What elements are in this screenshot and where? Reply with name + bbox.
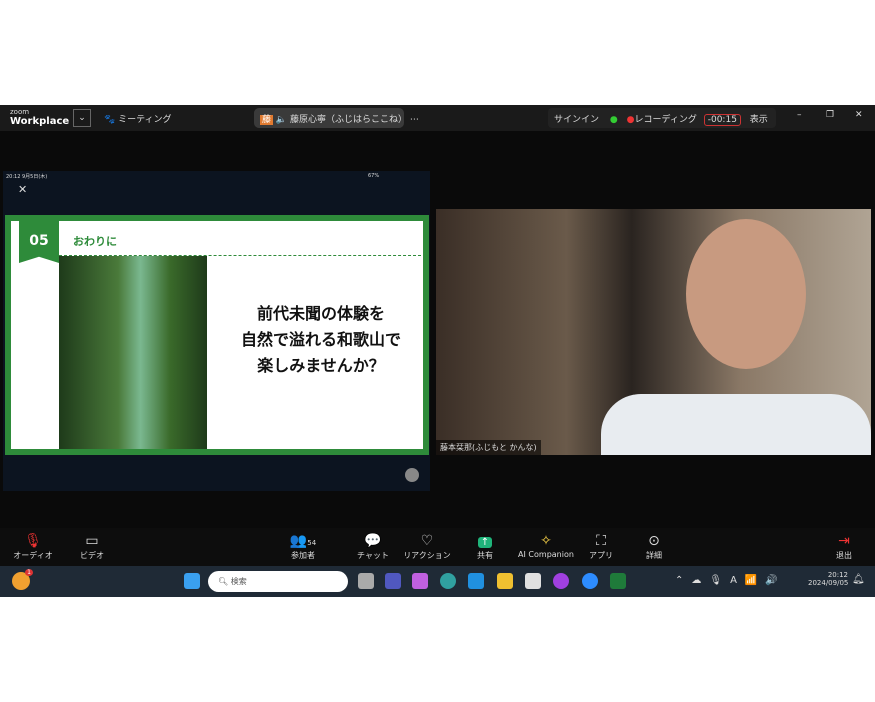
start-icon[interactable] [184,573,200,589]
more-label: 詳細 [646,551,662,560]
slide-number: 05 [19,221,59,263]
meeting-button[interactable]: 🐾 ミーティング [104,112,172,125]
search-placeholder: 検索 [230,577,247,586]
speaker-avatar: 藤 [260,115,274,125]
teams-icon[interactable] [385,573,401,589]
view-button[interactable]: 表示 [750,115,768,125]
apps-button[interactable]: ⛶ アプリ [571,532,631,561]
paw-icon: 🐾 [104,115,116,125]
apps-label: アプリ [589,551,613,560]
participant-count: 54 [307,539,317,547]
audio-button[interactable]: 🎙 オーディオ [3,532,63,561]
ipad-time: 20:12 9月5日(木) [6,174,48,180]
file-explorer-icon[interactable] [497,573,513,589]
clock-date: 2024/09/05 [808,579,849,587]
apps-icon: ⛶ [596,533,606,549]
ai-label: AI Companion [518,550,574,559]
excel-icon[interactable] [610,573,626,589]
camera-icon: ▭ [85,533,99,549]
chevron-down-icon[interactable]: ⌄ [73,109,91,127]
system-tray[interactable]: ⌃☁🎙A📶🔊 [675,575,786,586]
leave-label: 退出 [836,551,852,560]
meeting-toolbar: 🎙 オーディオ ▭ ビデオ 👥54 参加者 💬 チャット ♡ リアクション ↑ 共有 ✧ AI… [0,528,875,566]
participants-label: 参加者 [291,551,315,560]
ellipsis-icon: ⊙ [648,533,660,549]
speaker-name: 藤原心寧（ふじはらここね） [289,115,407,125]
weather-icon[interactable]: 1 [12,569,33,590]
active-speaker-pill[interactable]: 藤 🔈 藤原心寧（ふじはらここね） ⋯ [254,108,419,128]
task-view-icon[interactable] [358,573,374,589]
shield-icon: ● [609,115,618,125]
sparkle-icon: ✧ [540,533,552,549]
shared-screen: 20:12 9月5日(木) 67% ✕ 05 おわりに 前代未聞の体験を 自然で… [3,171,430,491]
zoom-title-bar: zoom Workplace ⌄ 🐾 ミーティング 藤 🔈 藤原心寧（ふじはらこ… [0,105,875,131]
recording-label[interactable]: レコーディング [634,115,696,125]
ipad-battery: 67% [368,173,380,179]
logo-small: zoom [10,108,30,116]
video-button[interactable]: ▭ ビデオ [62,532,122,561]
slide-body: 前代未聞の体験を 自然で溢れる和歌山で 楽しみませんか？ [216,301,426,379]
windows-taskbar: 1 🔍︎ 検索 ⌃☁🎙A📶🔊 20:12 2024/09/05 🔔︎ [0,566,875,597]
slide-line: 自然で溢れる和歌山で [240,330,401,349]
share-button[interactable]: ↑ 共有 [455,532,515,561]
participant-name: 藤本栞那(ふじもと かんな) [436,440,541,455]
leave-button[interactable]: ⇥ 退出 [814,532,874,561]
slide-heading: おわりに [73,235,117,248]
minimize-button[interactable]: – [797,110,802,120]
zoom-icon[interactable] [582,573,598,589]
home-button[interactable] [405,468,419,482]
participants-button[interactable]: 👥54 参加者 [273,532,333,561]
speaker-icon: 🔈 [275,115,288,125]
reaction-button[interactable]: ♡ リアクション [397,532,457,561]
clock[interactable]: 20:12 2024/09/05 [808,571,848,587]
chat-icon: 💬 [364,533,382,549]
meeting-stage: 20:12 9月5日(木) 67% ✕ 05 おわりに 前代未聞の体験を 自然で… [0,131,875,528]
ai-companion-button[interactable]: ✧ AI Companion [516,532,576,559]
slide-line: 前代未聞の体験を [256,304,385,323]
mic-muted-icon: 🎙 [24,533,42,549]
forest-stream-image [59,256,207,449]
search-icon: 🔍︎ [218,577,229,586]
leave-icon: ⇥ [838,533,850,549]
store-icon[interactable] [525,573,541,589]
chat-button[interactable]: 💬 チャット [343,532,403,561]
signin-button[interactable]: サインイン [554,115,599,125]
audio-label: オーディオ [13,551,53,560]
share-icon: ↑ [455,532,515,550]
close-icon[interactable]: ✕ [18,183,27,196]
clock-time: 20:12 [827,571,848,579]
close-button[interactable]: ✕ [855,110,863,120]
more-button[interactable]: ⊙ 詳細 [624,532,684,561]
participant-video: 藤本栞那(ふじもと かんな) [436,209,871,455]
chat-label: チャット [357,551,389,560]
timer: -00:15 [703,114,741,126]
logo: Workplace [10,116,70,127]
participants-icon: 👥54 [289,533,317,549]
meeting-label: ミーティング [118,115,172,125]
notification-badge: 1 [25,569,33,576]
video-label: ビデオ [80,551,104,560]
bell-icon[interactable]: 🔔︎ [852,574,865,585]
more-icon[interactable]: ⋯ [410,115,419,125]
heart-icon: ♡ [420,533,434,549]
search-input[interactable]: 🔍︎ 検索 [208,571,348,592]
reaction-label: リアクション [403,551,451,560]
slide: 05 おわりに 前代未聞の体験を 自然で溢れる和歌山で 楽しみませんか？ [5,215,429,455]
slide-line: 楽しみませんか？ [257,356,385,375]
restore-button[interactable]: ❐ [826,110,834,120]
copilot-icon[interactable] [412,573,428,589]
share-label: 共有 [477,551,493,560]
mail-icon[interactable] [468,573,484,589]
edge-icon[interactable] [440,573,456,589]
messenger-icon[interactable] [553,573,569,589]
